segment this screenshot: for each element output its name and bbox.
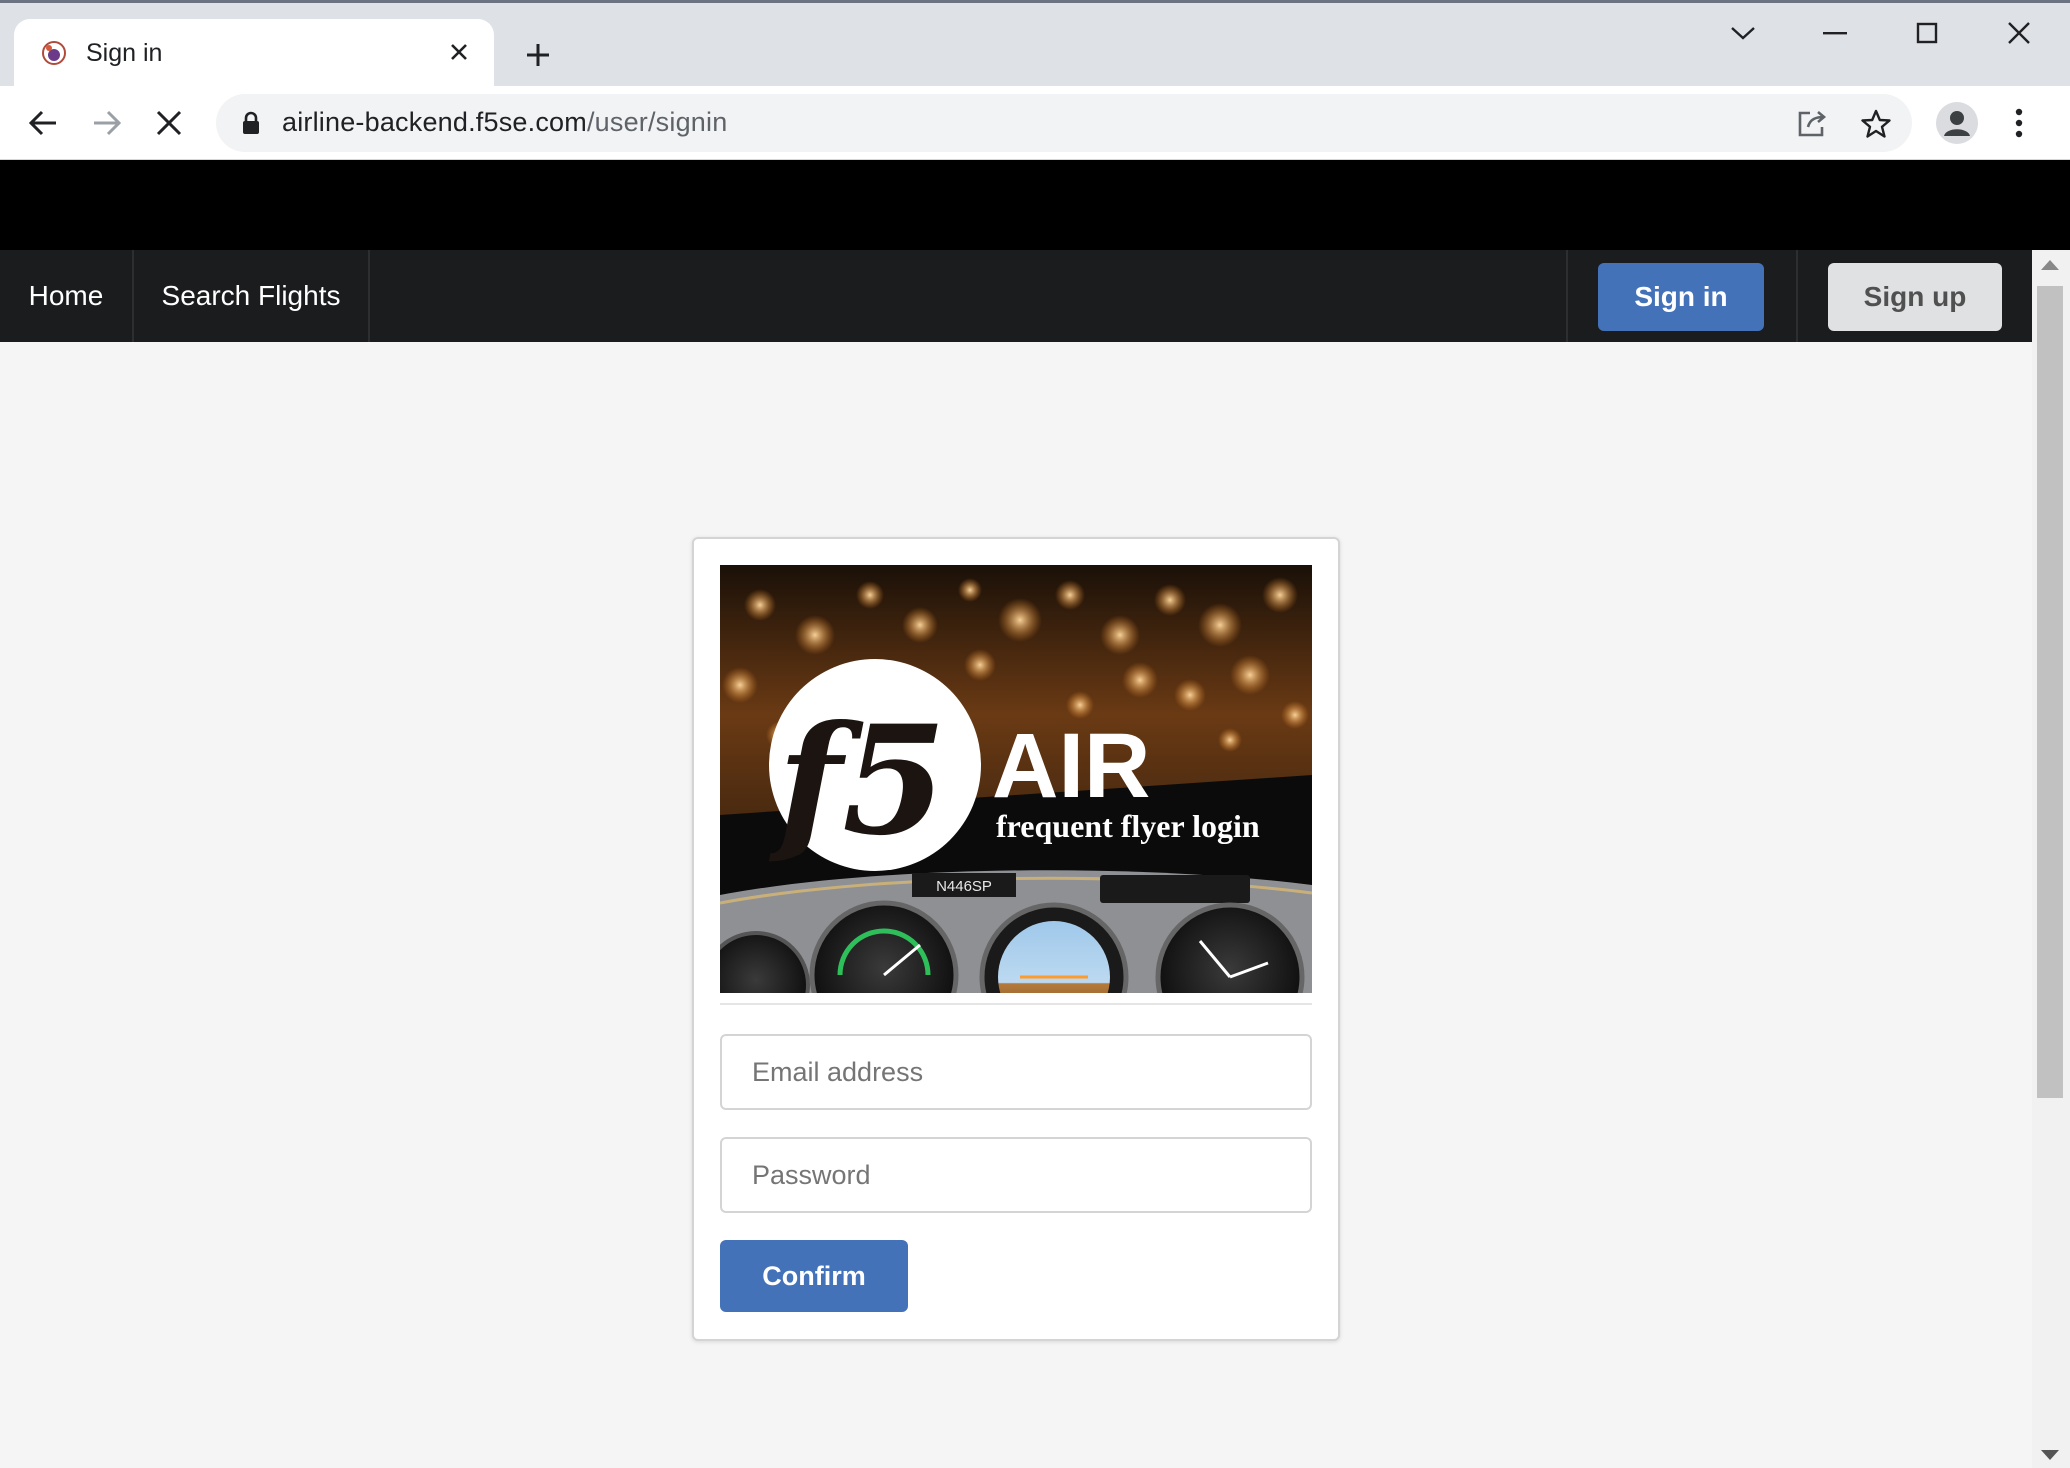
sign-in-button[interactable]: Sign in bbox=[1598, 263, 1764, 331]
nav-divider bbox=[1796, 250, 1798, 342]
tab-search-chevron-icon[interactable] bbox=[1716, 13, 1770, 53]
tab-title: Sign in bbox=[86, 39, 163, 67]
browser-toolbar: airline-backend.f5se.com/user/signin bbox=[0, 86, 2070, 160]
close-window-icon[interactable] bbox=[1992, 13, 2046, 53]
f5-logo-lettering: f5 bbox=[769, 693, 947, 869]
browser-tab[interactable]: Sign in bbox=[14, 19, 494, 91]
confirm-button[interactable]: Confirm bbox=[720, 1240, 908, 1312]
tail-number: N446SP bbox=[936, 878, 992, 895]
maximize-icon[interactable] bbox=[1900, 13, 1954, 53]
url-host: airline-backend.f5se.com bbox=[282, 107, 587, 137]
logo-title: AIR bbox=[992, 715, 1150, 817]
email-input[interactable] bbox=[720, 1034, 1312, 1110]
login-card: N446SP f5 AIR frequent flyer login Confi… bbox=[692, 537, 1340, 1341]
image-divider bbox=[720, 1003, 1312, 1005]
nav-divider bbox=[1566, 250, 1568, 342]
nav-divider bbox=[368, 250, 370, 342]
share-icon[interactable] bbox=[1792, 104, 1832, 144]
address-bar[interactable]: airline-backend.f5se.com/user/signin bbox=[216, 94, 1912, 152]
browser-menu-icon[interactable] bbox=[2004, 102, 2034, 144]
page-scrollbar[interactable] bbox=[2032, 250, 2070, 1468]
site-navbar: Home Search Flights Sign in Sign up bbox=[0, 250, 2032, 342]
profile-avatar-icon[interactable] bbox=[1936, 102, 1978, 144]
f5-logo-icon: f5 bbox=[769, 659, 981, 871]
site-favicon-icon bbox=[42, 41, 66, 65]
password-input[interactable] bbox=[720, 1137, 1312, 1213]
url-path: /user/signin bbox=[586, 107, 728, 137]
browser-tabstrip: Sign in bbox=[0, 0, 2070, 91]
logo-subtitle: frequent flyer login bbox=[996, 808, 1260, 844]
f5-air-logo-image: N446SP f5 AIR frequent flyer login bbox=[720, 565, 1312, 993]
scroll-down-arrow-icon[interactable] bbox=[2041, 1450, 2059, 1460]
nav-home[interactable]: Home bbox=[0, 250, 132, 342]
url-text[interactable]: airline-backend.f5se.com/user/signin bbox=[282, 107, 727, 138]
bookmark-star-icon[interactable] bbox=[1856, 104, 1896, 144]
minimize-icon[interactable] bbox=[1808, 13, 1862, 53]
scroll-up-arrow-icon[interactable] bbox=[2041, 260, 2059, 270]
new-tab-icon[interactable] bbox=[518, 35, 558, 75]
close-tab-icon[interactable] bbox=[442, 35, 476, 69]
top-banner bbox=[0, 160, 2070, 250]
scrollbar-thumb[interactable] bbox=[2037, 286, 2063, 1098]
lock-icon[interactable] bbox=[242, 111, 260, 135]
sign-up-button[interactable]: Sign up bbox=[1828, 263, 2002, 331]
back-arrow-icon[interactable] bbox=[20, 100, 66, 146]
stop-loading-icon[interactable] bbox=[146, 100, 192, 146]
forward-arrow-icon[interactable] bbox=[84, 100, 130, 146]
nav-search-flights[interactable]: Search Flights bbox=[134, 250, 368, 342]
